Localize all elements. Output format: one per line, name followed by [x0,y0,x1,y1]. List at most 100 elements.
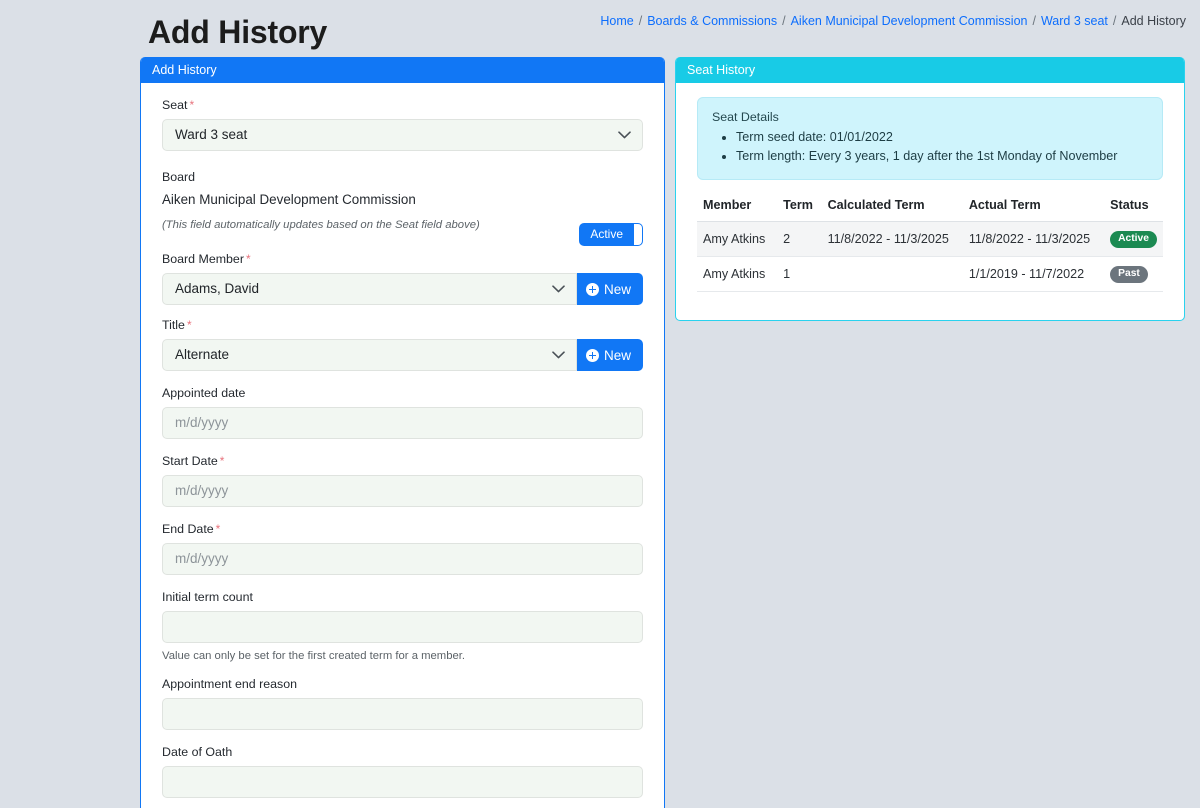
new-title-button[interactable]: New [576,339,643,371]
seat-select[interactable]: Ward 3 seat [162,119,643,151]
field-seat: Seat * Ward 3 seat [162,97,643,151]
board-member-status-button[interactable]: Active [579,223,634,246]
breadcrumb-separator: / [782,14,786,28]
appointed-date-label: Appointed date [162,386,246,400]
seat-history-table: Member Term Calculated Term Actual Term … [697,194,1163,292]
board-hint: (This field automatically updates based … [162,219,480,231]
date-of-oath-label: Date of Oath [162,745,233,759]
cell-actual-term: 11/8/2022 - 11/3/2025 [962,221,1105,257]
breadcrumb-item-commission[interactable]: Aiken Municipal Development Commission [791,14,1028,28]
seat-history-body: Seat Details Term seed date: 01/01/2022 … [676,83,1184,302]
column-header-actual-term: Actual Term [962,194,1105,222]
start-date-input[interactable]: m/d/yyyy [162,475,643,507]
field-end-date: End Date * m/d/yyyy [162,521,643,575]
breadcrumb-item-current: Add History [1121,14,1186,28]
plus-circle-icon [585,282,599,296]
field-appointment-end-reason: Appointment end reason [162,676,643,730]
form-scroll-track[interactable] [649,84,664,808]
required-asterisk: * [189,98,195,112]
cell-calculated-term [821,256,963,292]
table-header-row: Member Term Calculated Term Actual Term … [697,194,1163,222]
seat-history-table-body: Amy Atkins 2 11/8/2022 - 11/3/2025 11/8/… [697,221,1163,292]
column-header-term: Term [777,194,822,222]
board-value: Aiken Municipal Development Commission [162,192,416,207]
status-badge: Active [1110,231,1157,248]
cell-term: 1 [777,256,822,292]
date-of-oath-input[interactable] [162,766,643,798]
add-history-form: Seat * Ward 3 seat Board Aiken Municipal … [141,83,664,808]
breadcrumb-item-home[interactable]: Home [600,14,633,28]
required-asterisk: * [186,318,192,332]
field-board: Board Aiken Municipal Development Commis… [162,169,643,233]
board-label: Board [162,170,196,184]
cell-calculated-term: 11/8/2022 - 11/3/2025 [821,221,963,257]
column-header-member: Member [697,194,778,222]
new-board-member-button-label: New [603,281,631,297]
seat-label: Seat * [162,97,643,113]
add-history-card: Add History Seat * Ward 3 seat Board Aike… [140,57,665,808]
field-board-member: Board Member * Active Adams, David New [162,223,643,305]
cell-actual-term: 1/1/2019 - 11/7/2022 [962,256,1105,292]
seat-details-title: Seat Details [712,110,779,124]
cell-status: Active [1104,221,1163,257]
board-member-status-toggle-handle[interactable] [634,223,643,246]
board-member-select[interactable]: Adams, David [162,273,577,305]
column-header-status: Status [1104,194,1163,222]
breadcrumb-separator: / [638,14,643,28]
required-asterisk: * [245,252,251,266]
board-member-status-group: Active [579,223,643,246]
breadcrumb: Home / Boards & Commissions / Aiken Municipa… [600,12,1186,30]
title-input-group: Alternate New [162,339,643,371]
seat-details-info-box: Seat Details Term seed date: 01/01/2022 … [697,97,1163,180]
title-select[interactable]: Alternate [162,339,577,371]
end-date-label-text: End Date [162,522,214,536]
seat-history-card: Seat History Seat Details Term seed date… [675,57,1185,321]
seat-details-list: Term seed date: 01/01/2022 Term length: … [712,128,1148,166]
board-member-label: Board Member * [162,251,643,267]
seat-history-card-header: Seat History [676,57,1184,83]
appointment-end-reason-label: Appointment end reason [162,677,298,691]
required-asterisk: * [215,522,221,536]
start-date-label-text: Start Date [162,454,218,468]
new-board-member-button[interactable]: New [576,273,643,305]
field-initial-term-count: Initial term count Value can only be set… [162,589,643,664]
start-date-label: Start Date * [162,453,643,469]
field-date-of-oath: Date of Oath [162,744,643,798]
breadcrumb-item-boards-commissions[interactable]: Boards & Commissions [647,14,777,28]
new-title-button-label: New [603,347,631,363]
required-asterisk: * [219,454,225,468]
board-member-label-text: Board Member [162,252,244,266]
field-appointed-date: Appointed date m/d/yyyy [162,385,643,439]
initial-term-count-input[interactable] [162,611,643,643]
board-member-select-wrap: Adams, David [162,273,577,305]
seat-label-text: Seat [162,98,188,112]
field-title: Title * Alternate New [162,317,643,371]
initial-term-count-label: Initial term count [162,590,253,604]
table-row[interactable]: Amy Atkins 1 1/1/2019 - 11/7/2022 Past [697,256,1163,292]
page-header: Add History Home / Boards & Commissions / Ai… [0,0,1200,56]
initial-term-count-hint: Value can only be set for the first crea… [162,650,466,662]
cell-member: Amy Atkins [697,221,778,257]
title-label-text: Title [162,318,185,332]
appointed-date-input[interactable]: m/d/yyyy [162,407,643,439]
status-badge: Past [1110,266,1148,283]
breadcrumb-separator: / [1032,14,1036,28]
cell-term: 2 [777,221,822,257]
end-date-input[interactable]: m/d/yyyy [162,543,643,575]
table-row[interactable]: Amy Atkins 2 11/8/2022 - 11/3/2025 11/8/… [697,221,1163,257]
field-start-date: Start Date * m/d/yyyy [162,453,643,507]
seat-select-wrap: Ward 3 seat [162,119,643,151]
breadcrumb-item-ward-3-seat[interactable]: Ward 3 seat [1041,14,1108,28]
plus-circle-icon [585,348,599,362]
page-root: Add History Home / Boards & Commissions / Ai… [0,0,1200,808]
seat-history-table-head: Member Term Calculated Term Actual Term … [697,194,1163,222]
appointment-end-reason-input[interactable] [162,698,643,730]
seat-details-item: Term length: Every 3 years, 1 day after … [736,147,1148,166]
column-header-calculated-term: Calculated Term [821,194,963,222]
seat-details-item: Term seed date: 01/01/2022 [736,128,1148,147]
title-select-wrap: Alternate [162,339,577,371]
breadcrumb-separator: / [1112,14,1117,28]
page-title: Add History [148,14,328,50]
board-member-input-group: Adams, David New [162,273,643,305]
cell-member: Amy Atkins [697,256,778,292]
